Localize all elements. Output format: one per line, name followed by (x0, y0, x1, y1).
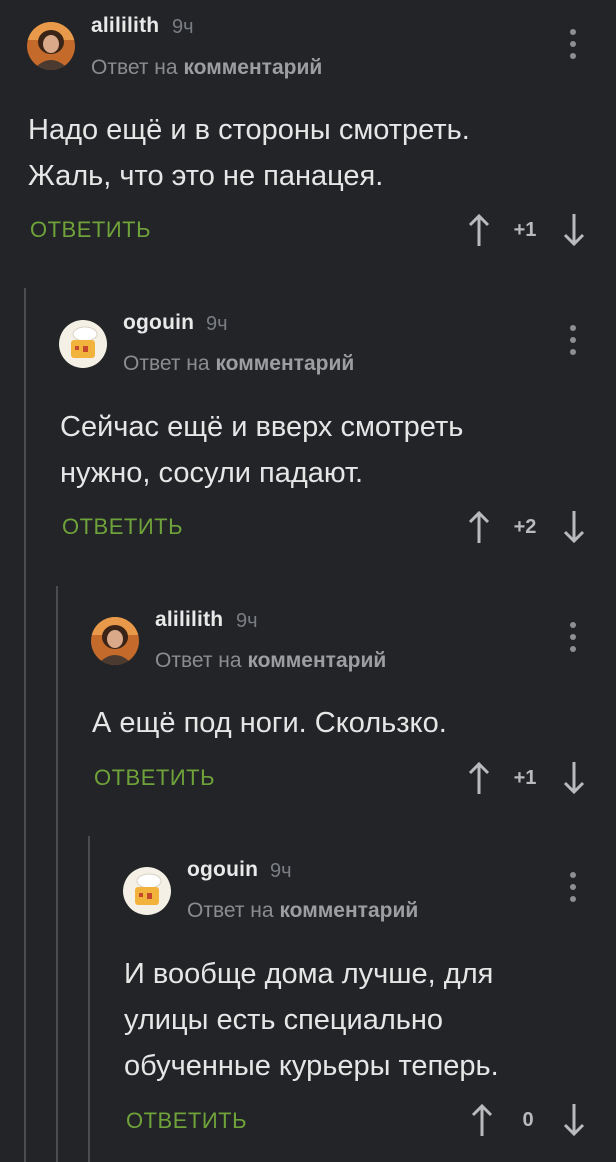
comment-text: А ещё под ноги. Скользко. (92, 700, 447, 746)
downvote-arrow-icon[interactable] (562, 760, 586, 796)
reply-to-prefix: Ответ на (123, 352, 210, 375)
comment-line: Сейчас ещё и вверх смотреть (60, 411, 464, 443)
reply-to-target[interactable]: комментарий (215, 352, 354, 375)
more-menu-icon[interactable] (568, 622, 578, 652)
user-avatar[interactable] (91, 617, 139, 665)
comment-line: нужно, сосули падают. (60, 457, 364, 489)
username[interactable]: alililith (91, 14, 159, 38)
reply-to-target[interactable]: комментарий (279, 899, 418, 922)
downvote-arrow-icon[interactable] (562, 212, 586, 248)
reply-to-link[interactable]: Ответ на комментарий (155, 649, 386, 673)
comment-line: А ещё под ноги. Скользко. (92, 707, 447, 739)
comment-line: Жаль, что это не панацея. (28, 160, 384, 192)
timestamp: 9ч (206, 313, 228, 335)
username[interactable]: ogouin (187, 858, 258, 882)
person-avatar-icon (91, 617, 139, 665)
username[interactable]: ogouin (123, 311, 194, 335)
downvote-arrow-icon[interactable] (562, 509, 586, 545)
upvote-arrow-icon[interactable] (467, 760, 491, 796)
more-menu-icon[interactable] (568, 872, 578, 902)
thread-line (24, 288, 26, 1162)
vote-score: +1 (513, 767, 537, 789)
upvote-arrow-icon[interactable] (470, 1102, 494, 1138)
comment-text: Сейчас ещё и вверх смотреть нужно, сосул… (60, 404, 463, 496)
user-avatar[interactable] (27, 22, 75, 70)
thread-line (56, 586, 58, 1162)
reply-to-link[interactable]: Ответ на комментарий (123, 352, 354, 376)
comment-line: И вообще дома лучше, для (124, 958, 494, 990)
reply-button[interactable]: ОТВЕТИТЬ (126, 1108, 247, 1134)
reply-to-prefix: Ответ на (155, 649, 242, 672)
timestamp: 9ч (172, 16, 194, 38)
downvote-arrow-icon[interactable] (562, 1102, 586, 1138)
comment-line: обученные курьеры теперь. (124, 1050, 499, 1082)
more-menu-icon[interactable] (568, 325, 578, 355)
reply-to-link[interactable]: Ответ на комментарий (187, 899, 418, 923)
user-avatar[interactable] (59, 320, 107, 368)
timestamp: 9ч (270, 860, 292, 882)
reply-to-prefix: Ответ на (91, 56, 178, 79)
vote-score: +1 (513, 219, 537, 241)
reply-button[interactable]: ОТВЕТИТЬ (30, 217, 151, 243)
upvote-arrow-icon[interactable] (467, 212, 491, 248)
reply-to-link[interactable]: Ответ на комментарий (91, 56, 322, 80)
reply-to-prefix: Ответ на (187, 899, 274, 922)
chef-avatar-icon (59, 320, 107, 368)
thread-line (88, 836, 90, 1162)
reply-to-target[interactable]: комментарий (247, 649, 386, 672)
comment-line: улицы есть специально (124, 1004, 444, 1036)
username[interactable]: alililith (155, 608, 223, 632)
upvote-arrow-icon[interactable] (467, 509, 491, 545)
comment-text: Надо ещё и в стороны смотреть. Жаль, что… (28, 107, 470, 199)
comment-text: И вообще дома лучше, для улицы есть спец… (124, 951, 499, 1089)
reply-to-target[interactable]: комментарий (183, 56, 322, 79)
chef-avatar-icon (123, 867, 171, 915)
reply-button[interactable]: ОТВЕТИТЬ (94, 765, 215, 791)
vote-score: 0 (522, 1109, 534, 1131)
timestamp: 9ч (236, 610, 258, 632)
user-avatar[interactable] (123, 867, 171, 915)
more-menu-icon[interactable] (568, 29, 578, 59)
comment-line: Надо ещё и в стороны смотреть. (28, 114, 470, 146)
reply-button[interactable]: ОТВЕТИТЬ (62, 514, 183, 540)
vote-score: +2 (513, 516, 537, 538)
person-avatar-icon (27, 22, 75, 70)
